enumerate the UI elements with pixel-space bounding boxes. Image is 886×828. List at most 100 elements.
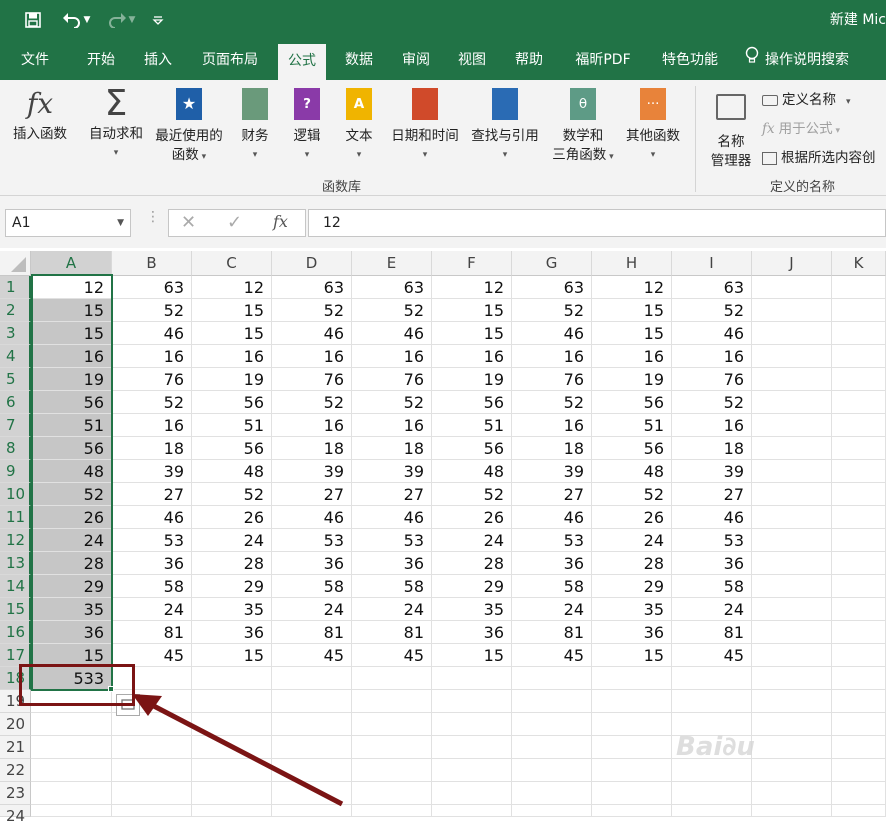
cell-k3[interactable]	[832, 322, 886, 345]
tell-me-search[interactable]: 操作说明搜索	[745, 40, 886, 80]
cell-a14[interactable]: 29	[31, 575, 112, 598]
cell-i24[interactable]	[672, 805, 752, 817]
cell-b13[interactable]: 36	[112, 552, 192, 575]
row-header-4[interactable]: 4	[0, 345, 31, 368]
row-header-24[interactable]: 24	[0, 805, 31, 825]
cell-e10[interactable]: 27	[352, 483, 432, 506]
cell-d4[interactable]: 16	[272, 345, 352, 368]
cell-f17[interactable]: 15	[432, 644, 512, 667]
cell-i9[interactable]: 39	[672, 460, 752, 483]
cell-a8[interactable]: 56	[31, 437, 112, 460]
cell-i18[interactable]	[672, 667, 752, 690]
cell-f9[interactable]: 48	[432, 460, 512, 483]
row-header-8[interactable]: 8	[0, 437, 31, 460]
cell-j14[interactable]	[752, 575, 832, 598]
row-header-14[interactable]: 14	[0, 575, 31, 598]
cell-c18[interactable]	[192, 667, 272, 690]
column-header-h[interactable]: H	[592, 251, 672, 276]
name-box[interactable]: A1 ▼	[5, 209, 131, 237]
cell-c10[interactable]: 52	[192, 483, 272, 506]
cell-j4[interactable]	[752, 345, 832, 368]
cell-f21[interactable]	[432, 736, 512, 759]
cell-j7[interactable]	[752, 414, 832, 437]
tab-home[interactable]: 开始	[76, 40, 126, 80]
cell-h6[interactable]: 56	[592, 391, 672, 414]
cell-e8[interactable]: 18	[352, 437, 432, 460]
row-header-22[interactable]: 22	[0, 759, 31, 782]
tab-special[interactable]: 特色功能	[650, 40, 730, 80]
cell-g19[interactable]	[512, 690, 592, 713]
cell-k2[interactable]	[832, 299, 886, 322]
column-header-c[interactable]: C	[192, 251, 272, 276]
cell-g9[interactable]: 39	[512, 460, 592, 483]
cell-f19[interactable]	[432, 690, 512, 713]
cell-f7[interactable]: 51	[432, 414, 512, 437]
cell-a23[interactable]	[31, 782, 112, 805]
cell-e5[interactable]: 76	[352, 368, 432, 391]
cell-b8[interactable]: 18	[112, 437, 192, 460]
column-header-f[interactable]: F	[432, 251, 512, 276]
cell-h14[interactable]: 29	[592, 575, 672, 598]
cell-a21[interactable]	[31, 736, 112, 759]
cell-d9[interactable]: 39	[272, 460, 352, 483]
cell-c2[interactable]: 15	[192, 299, 272, 322]
cell-f23[interactable]	[432, 782, 512, 805]
row-header-20[interactable]: 20	[0, 713, 31, 736]
cell-k5[interactable]	[832, 368, 886, 391]
cell-g1[interactable]: 63	[512, 276, 592, 299]
cell-g7[interactable]: 16	[512, 414, 592, 437]
cell-f18[interactable]	[432, 667, 512, 690]
cell-b10[interactable]: 27	[112, 483, 192, 506]
cell-c13[interactable]: 28	[192, 552, 272, 575]
cell-e14[interactable]: 58	[352, 575, 432, 598]
cell-h21[interactable]	[592, 736, 672, 759]
cell-j9[interactable]	[752, 460, 832, 483]
cell-a13[interactable]: 28	[31, 552, 112, 575]
cell-c7[interactable]: 51	[192, 414, 272, 437]
cell-c16[interactable]: 36	[192, 621, 272, 644]
cell-c6[interactable]: 56	[192, 391, 272, 414]
cell-e18[interactable]	[352, 667, 432, 690]
cell-g14[interactable]: 58	[512, 575, 592, 598]
cell-d3[interactable]: 46	[272, 322, 352, 345]
cell-a3[interactable]: 15	[31, 322, 112, 345]
cell-c12[interactable]: 24	[192, 529, 272, 552]
cell-a15[interactable]: 35	[31, 598, 112, 621]
cell-h19[interactable]	[592, 690, 672, 713]
column-header-e[interactable]: E	[352, 251, 432, 276]
cell-i16[interactable]: 81	[672, 621, 752, 644]
cell-c8[interactable]: 56	[192, 437, 272, 460]
cell-g4[interactable]: 16	[512, 345, 592, 368]
cell-f12[interactable]: 24	[432, 529, 512, 552]
cell-k23[interactable]	[832, 782, 886, 805]
row-header-7[interactable]: 7	[0, 414, 31, 437]
cell-j23[interactable]	[752, 782, 832, 805]
cell-j12[interactable]	[752, 529, 832, 552]
cell-e2[interactable]: 52	[352, 299, 432, 322]
cell-d24[interactable]	[272, 805, 352, 817]
cell-c5[interactable]: 19	[192, 368, 272, 391]
math-trig-button[interactable]: θ 数学和 三角函数 ▾	[546, 86, 620, 167]
cell-h4[interactable]: 16	[592, 345, 672, 368]
cell-b9[interactable]: 39	[112, 460, 192, 483]
cell-a16[interactable]: 36	[31, 621, 112, 644]
cell-g17[interactable]: 45	[512, 644, 592, 667]
row-header-12[interactable]: 12	[0, 529, 31, 552]
cell-c21[interactable]	[192, 736, 272, 759]
cell-e20[interactable]	[352, 713, 432, 736]
cell-h2[interactable]: 15	[592, 299, 672, 322]
cell-d12[interactable]: 53	[272, 529, 352, 552]
cell-h22[interactable]	[592, 759, 672, 782]
cell-e13[interactable]: 36	[352, 552, 432, 575]
lookup-reference-button[interactable]: 查找与引用 ▾	[466, 86, 544, 165]
cell-d7[interactable]: 16	[272, 414, 352, 437]
cell-b7[interactable]: 16	[112, 414, 192, 437]
cell-c19[interactable]	[192, 690, 272, 713]
cell-a9[interactable]: 48	[31, 460, 112, 483]
cell-d11[interactable]: 46	[272, 506, 352, 529]
column-header-g[interactable]: G	[512, 251, 592, 276]
cell-j10[interactable]	[752, 483, 832, 506]
cell-b2[interactable]: 52	[112, 299, 192, 322]
cell-c20[interactable]	[192, 713, 272, 736]
cell-b15[interactable]: 24	[112, 598, 192, 621]
